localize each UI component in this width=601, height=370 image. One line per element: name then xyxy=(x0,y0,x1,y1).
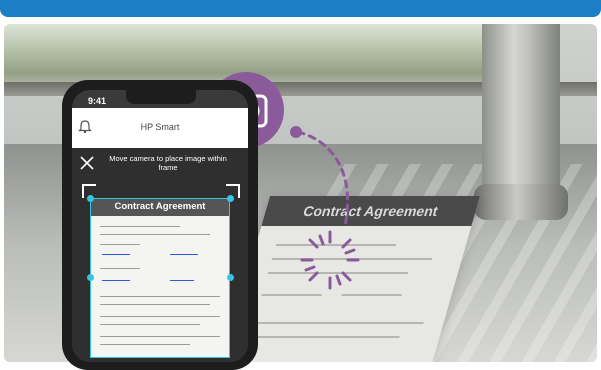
app-header: HP Smart xyxy=(72,108,248,148)
bell-icon[interactable] xyxy=(78,120,92,134)
crop-frame[interactable] xyxy=(90,198,230,358)
crop-handle-left[interactable] xyxy=(87,274,94,281)
phone-notch xyxy=(126,90,196,104)
app-title: HP Smart xyxy=(140,122,180,132)
phone-screen: 9:41 HP Smart Move camera to place image… xyxy=(72,90,248,362)
crop-handle-top-left[interactable] xyxy=(87,195,94,202)
capture-spark-icon xyxy=(300,230,360,290)
crop-handle-right[interactable] xyxy=(227,274,234,281)
camera-instruction: Move camera to place image within frame xyxy=(109,154,227,172)
crop-handle-top-right[interactable] xyxy=(227,195,234,202)
camera-view: Move camera to place image within frame … xyxy=(72,148,248,362)
status-time: 9:41 xyxy=(88,96,107,106)
phone-mockup: 9:41 HP Smart Move camera to place image… xyxy=(62,80,258,370)
close-icon[interactable] xyxy=(80,156,94,170)
